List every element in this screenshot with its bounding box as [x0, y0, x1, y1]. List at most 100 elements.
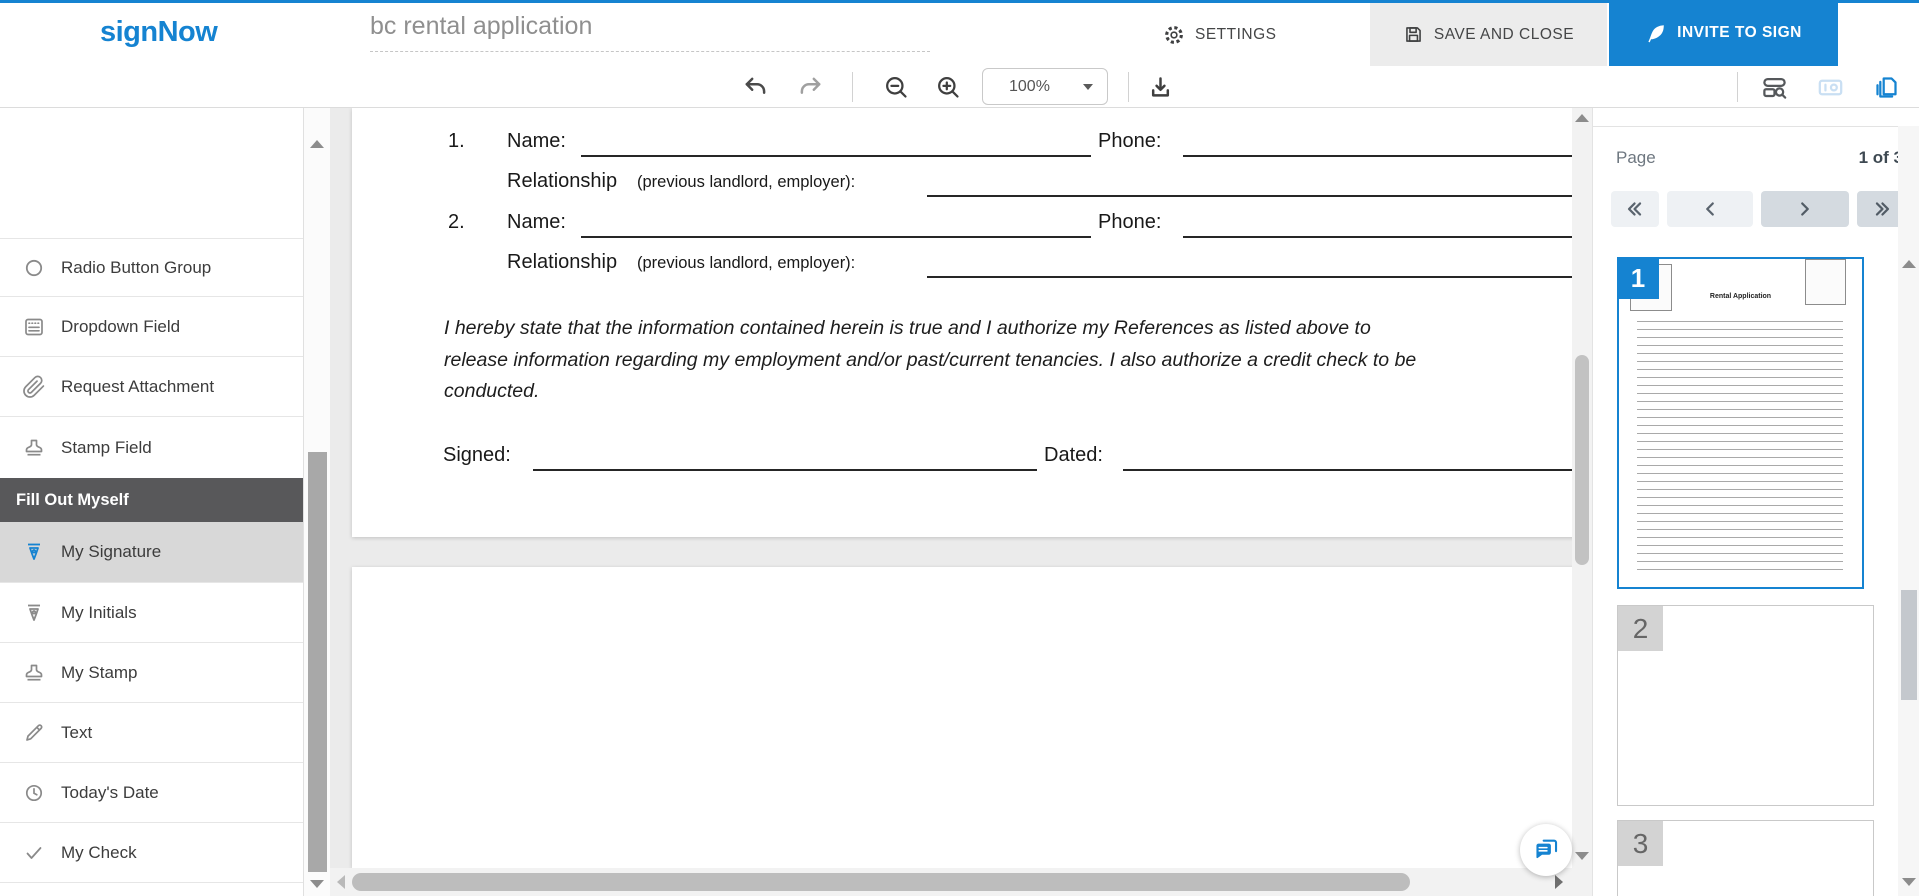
double-chevron-left-icon: [1624, 198, 1646, 220]
sidebar-item-my-check[interactable]: My Check: [0, 822, 303, 882]
dated-label: Dated:: [1044, 444, 1103, 467]
sidebar-item-radio-button-group[interactable]: Radio Button Group: [0, 238, 303, 296]
fill-out-myself-section-header: Fill Out Myself: [0, 478, 303, 522]
name-label: Name:: [507, 130, 566, 153]
document-page-2[interactable]: [352, 567, 1572, 868]
sidebar-item-my-signature[interactable]: My Signature: [0, 522, 303, 582]
save-and-close-label: SAVE AND CLOSE: [1434, 26, 1574, 44]
document-fields-search-icon: [1761, 74, 1788, 101]
sidebar-item-label: My Initials: [61, 603, 137, 623]
zoom-level-select[interactable]: 100%: [982, 68, 1108, 105]
scroll-up-arrow-icon[interactable]: [1575, 114, 1589, 122]
toolbar-divider: [852, 72, 853, 102]
undo-icon: [743, 74, 769, 100]
phone-blank-line: [1183, 211, 1572, 238]
stamp-icon: [22, 661, 46, 685]
copy-documents-button[interactable]: [1868, 70, 1904, 104]
name-label: Name:: [507, 211, 566, 234]
scroll-left-arrow-icon[interactable]: [337, 875, 345, 889]
scroll-down-arrow-icon[interactable]: [1902, 878, 1916, 886]
save-and-close-button[interactable]: SAVE AND CLOSE: [1370, 3, 1607, 66]
sidebar-item-label: My Check: [61, 843, 137, 863]
download-button[interactable]: [1142, 70, 1178, 104]
invite-to-sign-button[interactable]: INVITE TO SIGN: [1609, 0, 1838, 66]
document-vertical-scrollbar[interactable]: [1572, 108, 1592, 868]
redo-icon: [797, 74, 823, 100]
sidebar-item-my-initials[interactable]: My Initials: [0, 582, 303, 642]
relationship-label: Relationship: [507, 251, 617, 274]
previous-page-button[interactable]: [1667, 191, 1753, 227]
gear-icon: [1163, 24, 1185, 46]
zoom-in-button[interactable]: [930, 70, 966, 104]
sidebar-item-label: Stamp Field: [61, 438, 152, 458]
header: signNow bc rental application SETTINGS S…: [0, 3, 1919, 66]
sidebar-item-label: Request Attachment: [61, 377, 214, 397]
pages-panel-scrollbar[interactable]: [1898, 126, 1919, 896]
redo-button[interactable]: [792, 70, 828, 104]
next-page-button[interactable]: [1761, 191, 1849, 227]
scroll-up-arrow-icon[interactable]: [1902, 260, 1916, 268]
paperclip-icon: [22, 375, 46, 399]
editor-toolbar: 100%: [0, 66, 1919, 108]
reference-1-relationship-row: Relationship (previous landlord, employe…: [507, 170, 1572, 198]
check-icon: [22, 841, 46, 865]
pages-panel-scrollbar-thumb[interactable]: [1901, 590, 1917, 700]
comments-button[interactable]: [1520, 824, 1572, 876]
dropdown-field-icon: [22, 315, 46, 339]
document-page-1[interactable]: 1. Name: Phone: Relationship (previous l…: [352, 108, 1572, 537]
sidebar-item-label: My Stamp: [61, 663, 138, 683]
phone-label: Phone:: [1098, 130, 1161, 153]
sidebar-item-label: Radio Button Group: [61, 258, 211, 278]
sidebar-item-todays-date[interactable]: Today's Date: [0, 762, 303, 822]
page-thumbnail-3[interactable]: 3: [1617, 820, 1874, 896]
zoom-out-button[interactable]: [878, 70, 914, 104]
save-icon: [1403, 24, 1424, 45]
reference-2-relationship-row: Relationship (previous landlord, employe…: [507, 251, 1572, 279]
sidebar-item-label: Today's Date: [61, 783, 159, 803]
page-number-badge: 1: [1617, 257, 1659, 299]
document-canvas[interactable]: 1. Name: Phone: Relationship (previous l…: [330, 108, 1572, 868]
sidebar-item-label: Text: [61, 723, 92, 743]
dated-blank-line: [1123, 444, 1572, 471]
name-blank-line: [581, 130, 1091, 157]
sidebar-item-stamp-field[interactable]: Stamp Field: [0, 416, 303, 478]
undo-button[interactable]: [738, 70, 774, 104]
stamp-icon: [22, 436, 46, 460]
document-title-input[interactable]: bc rental application: [370, 12, 930, 52]
sidebar-item-dropdown-field[interactable]: Dropdown Field: [0, 296, 303, 356]
reference-1-row: 1. Name: Phone:: [448, 130, 1572, 158]
scroll-up-arrow-icon[interactable]: [310, 140, 324, 148]
invite-to-sign-label: INVITE TO SIGN: [1677, 24, 1802, 42]
toolbar-divider: [1737, 72, 1738, 102]
field-settings-button-disabled[interactable]: [1812, 70, 1848, 104]
page-thumbnail-1[interactable]: Rental Application 1: [1617, 257, 1864, 589]
sidebar-item-line[interactable]: Line: [0, 882, 303, 896]
signnow-logo[interactable]: signNow: [100, 16, 217, 49]
fields-sidebar: Radio Button Group Dropdown Field Reques…: [0, 108, 303, 896]
page-label: Page: [1616, 148, 1656, 168]
page-number-badge: 3: [1618, 821, 1663, 866]
page-thumbnail-2[interactable]: 2: [1617, 605, 1874, 806]
document-scrollbar-thumb[interactable]: [1575, 355, 1589, 565]
relationship-hint: (previous landlord, employer):: [637, 254, 855, 273]
sidebar-item-request-attachment[interactable]: Request Attachment: [0, 356, 303, 416]
list-number: 2.: [448, 211, 465, 234]
document-fields-search-button[interactable]: [1756, 70, 1792, 104]
sidebar-item-label: My Signature: [61, 542, 161, 562]
sidebar-scrollbar-thumb[interactable]: [308, 452, 327, 872]
sidebar-scrollbar[interactable]: [303, 108, 330, 896]
relationship-blank-line: [927, 170, 1572, 197]
settings-button[interactable]: SETTINGS: [1163, 3, 1277, 66]
sidebar-item-text[interactable]: Text: [0, 702, 303, 762]
zoom-out-icon: [883, 74, 910, 101]
document-horizontal-scrollbar[interactable]: [330, 868, 1572, 896]
scroll-right-arrow-icon[interactable]: [1555, 875, 1563, 889]
declaration-paragraph: I hereby state that the information cont…: [444, 313, 1416, 408]
scroll-down-arrow-icon[interactable]: [310, 880, 324, 888]
chevron-down-icon: [1083, 84, 1093, 90]
first-page-button[interactable]: [1611, 191, 1659, 227]
document-horizontal-scrollbar-thumb[interactable]: [352, 873, 1410, 891]
scroll-down-arrow-icon[interactable]: [1575, 852, 1589, 860]
sidebar-item-my-stamp[interactable]: My Stamp: [0, 642, 303, 702]
declaration-line: I hereby state that the information cont…: [444, 313, 1416, 345]
